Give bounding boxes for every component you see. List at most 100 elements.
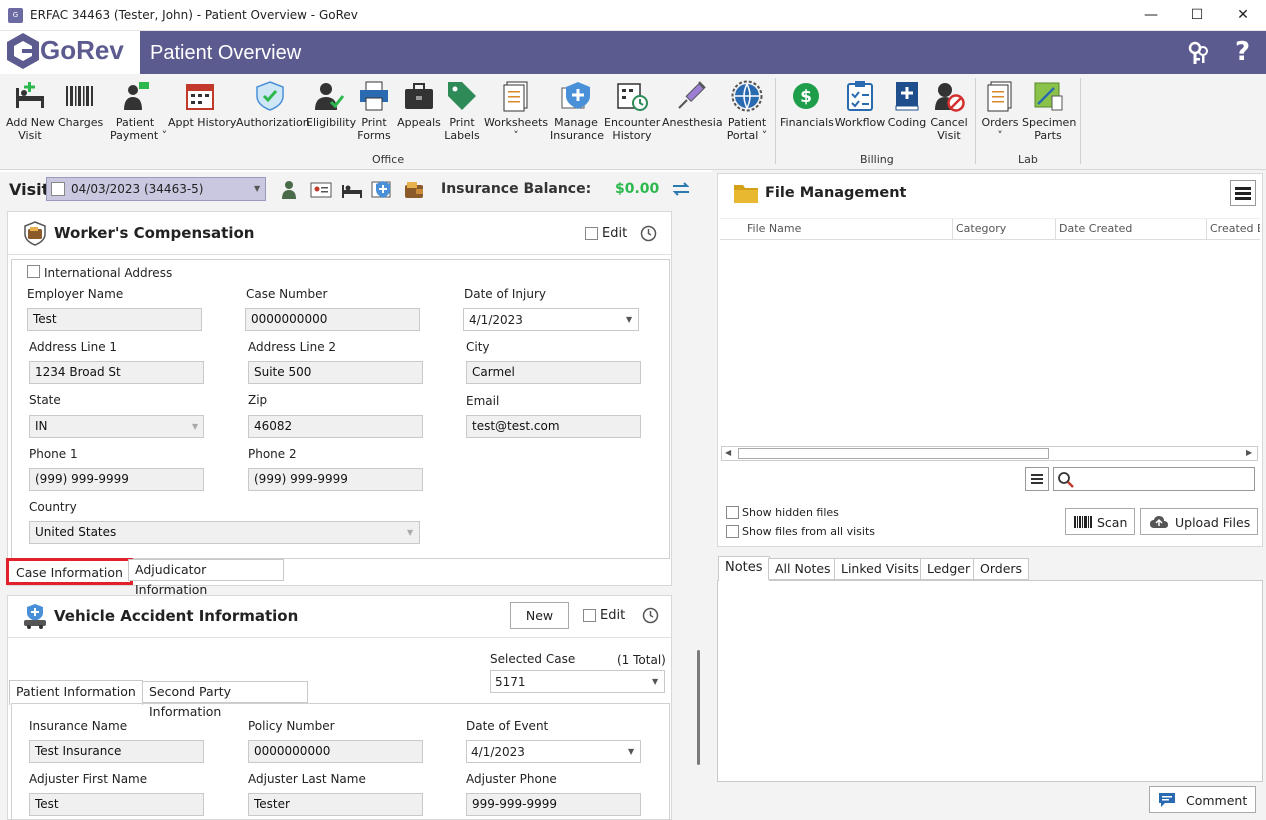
ribbon-button-specimen-parts[interactable]: Specimen Parts bbox=[1022, 80, 1076, 142]
state-select[interactable]: IN ▼ bbox=[29, 415, 204, 438]
show-all-visits-checkbox[interactable] bbox=[726, 525, 739, 538]
wallet-icon[interactable] bbox=[403, 180, 425, 200]
employer-name-field[interactable]: Test bbox=[27, 308, 202, 331]
tab-adjudicator-information[interactable]: Adjudicator Information bbox=[128, 559, 284, 597]
adjuster-phone-field[interactable]: 999-999-9999 bbox=[466, 793, 641, 816]
policy-number-field[interactable]: 0000000000 bbox=[248, 740, 423, 763]
maximize-button[interactable]: ☐ bbox=[1174, 0, 1220, 31]
ribbon-button-authorization[interactable]: Authorization bbox=[236, 80, 310, 129]
column-divider bbox=[1206, 219, 1207, 239]
case-number-field[interactable]: 0000000000 bbox=[245, 308, 420, 331]
print-labels-icon bbox=[446, 80, 478, 112]
vertical-scrollbar[interactable] bbox=[697, 650, 700, 765]
ribbon-button-print-forms[interactable]: Print Forms bbox=[352, 80, 396, 142]
ribbon-button-charges[interactable]: Charges bbox=[58, 80, 103, 129]
horizontal-scrollbar[interactable]: ◀ ▶ bbox=[721, 446, 1258, 461]
address1-field[interactable]: 1234 Broad St bbox=[29, 361, 204, 384]
vehicle-edit-checkbox[interactable] bbox=[583, 609, 596, 622]
international-address-checkbox[interactable] bbox=[27, 265, 40, 278]
ribbon-button-appt-history[interactable]: Appt History bbox=[168, 80, 236, 129]
logo: GoRev bbox=[0, 31, 140, 74]
ribbon-button-patient-portal[interactable]: Patient Portal ˅ bbox=[724, 80, 770, 142]
divider bbox=[8, 254, 671, 255]
refresh-icon[interactable] bbox=[671, 180, 691, 198]
scan-button[interactable]: Scan bbox=[1065, 508, 1135, 535]
column-header[interactable]: Created B bbox=[1210, 222, 1260, 235]
notes-panel bbox=[717, 580, 1263, 782]
ribbon-button-encounter-history[interactable]: Encounter History bbox=[604, 80, 660, 142]
bed-icon[interactable] bbox=[341, 181, 363, 199]
adjuster-last-name-field[interactable]: Tester bbox=[248, 793, 423, 816]
upload-files-button[interactable]: Upload Files bbox=[1140, 508, 1258, 535]
tab-notes[interactable]: Notes bbox=[718, 556, 770, 581]
ribbon-button-print-labels[interactable]: Print Labels bbox=[442, 80, 482, 142]
coding-icon bbox=[891, 80, 923, 112]
column-header[interactable]: Category bbox=[956, 222, 1006, 235]
date-of-injury-select[interactable]: 4/1/2023 ▼ bbox=[463, 308, 639, 331]
tab-case-information[interactable]: Case Information bbox=[6, 558, 133, 585]
tab-ledger[interactable]: Ledger bbox=[920, 558, 978, 580]
ribbon-button-cancel-visit[interactable]: Cancel Visit bbox=[930, 80, 968, 142]
country-select[interactable]: United States ▼ bbox=[29, 521, 420, 544]
tab-linked-visits[interactable]: Linked Visits bbox=[834, 558, 926, 580]
ribbon-button-worksheets[interactable]: Worksheets ˅ bbox=[484, 80, 548, 142]
ribbon-button-financials[interactable]: $ Financials bbox=[780, 80, 834, 129]
ribbon-button-patient-payment[interactable]: Patient Payment ˅ bbox=[110, 80, 167, 142]
chevron-down-icon: ▼ bbox=[626, 315, 633, 324]
tab-patient-information[interactable]: Patient Information bbox=[9, 680, 143, 705]
scroll-thumb[interactable] bbox=[738, 448, 1049, 459]
ribbon-button-orders[interactable]: Orders ˅ bbox=[981, 80, 1019, 142]
ribbon-button-anesthesia[interactable]: Anesthesia bbox=[662, 80, 723, 129]
column-header[interactable]: Date Created bbox=[1059, 222, 1132, 235]
user-keys-icon[interactable] bbox=[1186, 41, 1210, 65]
minimize-button[interactable]: — bbox=[1128, 0, 1174, 31]
vehicle-edit-label: Edit bbox=[600, 608, 626, 623]
ribbon-button-add-new-visit[interactable]: Add New Visit bbox=[6, 80, 55, 142]
ribbon-button-workflow[interactable]: Workflow bbox=[834, 80, 886, 129]
insurance-name-field[interactable]: Test Insurance bbox=[29, 740, 204, 763]
adjuster-first-name-field[interactable]: Test bbox=[29, 793, 204, 816]
file-search-input[interactable] bbox=[1053, 467, 1255, 491]
insurance-card-icon[interactable] bbox=[371, 179, 393, 199]
tab-second-party-information[interactable]: Second Party Information bbox=[142, 681, 308, 719]
zip-label: Zip bbox=[248, 393, 268, 407]
scroll-left-arrow[interactable]: ◀ bbox=[725, 448, 731, 457]
tab-all-notes[interactable]: All Notes bbox=[768, 558, 838, 580]
close-button[interactable]: ✕ bbox=[1220, 0, 1266, 31]
visit-select[interactable]: 04/03/2023 (34463-5) ▼ bbox=[46, 177, 266, 201]
comment-button[interactable]: Comment bbox=[1149, 786, 1256, 813]
column-header[interactable]: File Name bbox=[747, 222, 801, 235]
new-button[interactable]: New bbox=[510, 602, 569, 629]
authorization-icon bbox=[254, 80, 286, 112]
address1-label: Address Line 1 bbox=[29, 340, 118, 354]
email-field[interactable]: test@test.com bbox=[466, 415, 641, 438]
help-button[interactable]: ? bbox=[1235, 37, 1250, 67]
doctor-icon[interactable] bbox=[280, 180, 298, 200]
selected-case-label: Selected Case bbox=[490, 652, 576, 666]
list-options-icon[interactable] bbox=[1025, 467, 1049, 491]
city-label: City bbox=[466, 340, 490, 354]
zip-field[interactable]: 46082 bbox=[248, 415, 423, 438]
city-field[interactable]: Carmel bbox=[466, 361, 641, 384]
date-of-event-select[interactable]: 4/1/2023 ▼ bbox=[466, 740, 641, 763]
phone2-field[interactable]: (999) 999-9999 bbox=[248, 468, 423, 491]
car-shield-icon bbox=[24, 604, 46, 629]
visit-checkbox[interactable] bbox=[51, 182, 65, 196]
window-title: ERFAC 34463 (Tester, John) - Patient Ove… bbox=[30, 8, 358, 22]
history-clock-icon[interactable] bbox=[642, 607, 659, 624]
id-card-icon[interactable] bbox=[310, 182, 332, 198]
phone1-field[interactable]: (999) 999-9999 bbox=[29, 468, 204, 491]
workers-comp-edit-checkbox[interactable] bbox=[585, 227, 598, 240]
history-clock-icon[interactable] bbox=[640, 225, 657, 242]
ribbon-button-manage-insurance[interactable]: Manage Insurance bbox=[550, 80, 604, 142]
selected-case-select[interactable]: 5171 ▼ bbox=[490, 670, 665, 693]
address2-field[interactable]: Suite 500 bbox=[248, 361, 423, 384]
scroll-right-arrow[interactable]: ▶ bbox=[1246, 448, 1252, 457]
barcode-icon bbox=[1074, 516, 1092, 528]
hamburger-menu-icon[interactable] bbox=[1230, 180, 1256, 206]
ribbon-button-appeals[interactable]: Appeals bbox=[396, 80, 442, 129]
tab-orders[interactable]: Orders bbox=[973, 558, 1030, 580]
show-hidden-files-checkbox[interactable] bbox=[726, 506, 739, 519]
ribbon-button-eligibility[interactable]: Eligibility bbox=[306, 80, 356, 129]
ribbon-button-coding[interactable]: Coding bbox=[886, 80, 928, 129]
